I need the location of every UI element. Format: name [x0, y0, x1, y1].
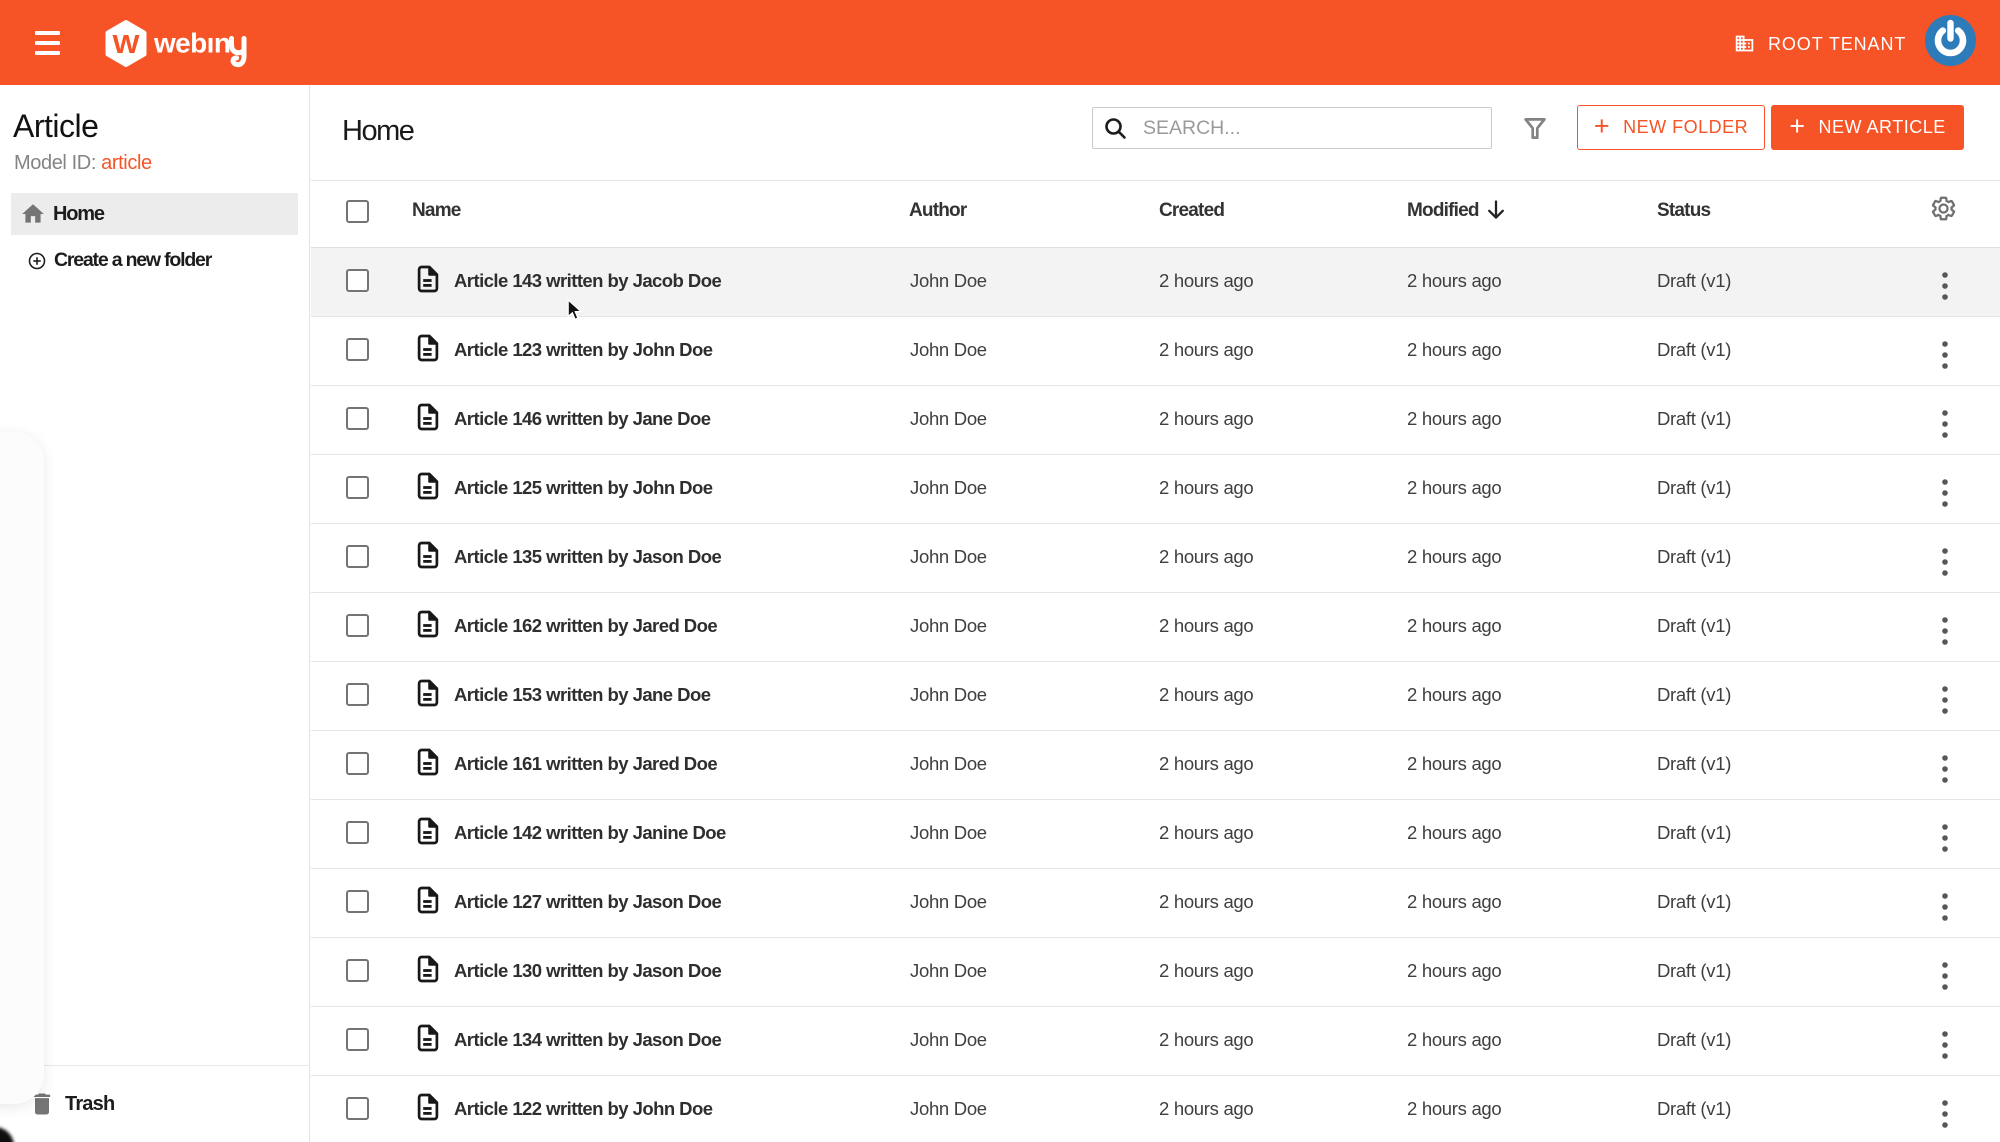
- svg-text:W: W: [113, 29, 140, 59]
- svg-text:webın: webın: [153, 28, 230, 59]
